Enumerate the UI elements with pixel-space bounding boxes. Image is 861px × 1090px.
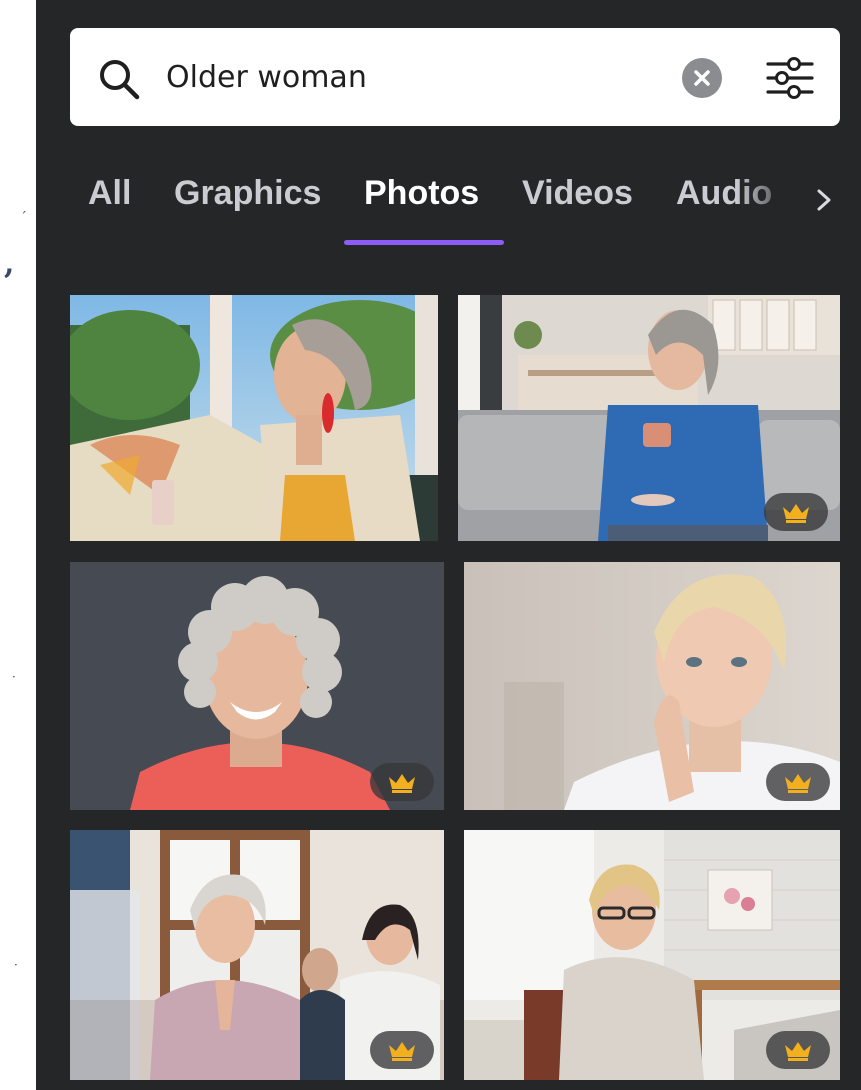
premium-badge	[766, 1031, 830, 1069]
canvas-artifact: ,	[4, 246, 15, 281]
crown-icon	[389, 1042, 415, 1061]
photo-result-5[interactable]	[70, 830, 444, 1080]
canvas-artifact: ·	[14, 958, 18, 972]
canvas-artifact: ·	[12, 670, 16, 684]
tab-all[interactable]: All	[88, 174, 131, 213]
photo-image	[70, 295, 438, 541]
premium-badge	[764, 493, 828, 531]
tabs-scroll-right-button[interactable]	[810, 182, 838, 218]
clear-icon	[694, 70, 710, 86]
tab-graphics[interactable]: Graphics	[174, 174, 321, 213]
tab-photos[interactable]: Photos	[364, 174, 479, 213]
category-tabs: All Graphics Photos Videos Audio	[36, 160, 861, 250]
photo-result-1[interactable]	[70, 295, 438, 541]
premium-badge	[370, 1031, 434, 1069]
photo-result-3[interactable]	[70, 562, 444, 810]
tabs-fade-overlay	[736, 160, 861, 240]
filter-button[interactable]	[764, 52, 816, 104]
search-bar	[70, 28, 840, 126]
crown-icon	[785, 1042, 811, 1061]
premium-badge	[766, 763, 830, 801]
premium-badge	[370, 763, 434, 801]
search-icon	[100, 60, 140, 100]
crown-icon	[389, 774, 415, 793]
search-panel: All Graphics Photos Videos Audio	[36, 0, 861, 1090]
tab-videos[interactable]: Videos	[522, 174, 633, 213]
crown-icon	[785, 774, 811, 793]
background-canvas-edge: ´ , · ·	[0, 0, 36, 1090]
canvas-artifact: ´	[20, 210, 27, 226]
crown-icon	[783, 504, 809, 523]
chevron-right-icon	[817, 189, 831, 211]
photo-result-6[interactable]	[464, 830, 840, 1080]
clear-search-button[interactable]	[682, 58, 722, 98]
sliders-icon	[766, 57, 814, 99]
active-tab-indicator	[344, 240, 504, 245]
photo-result-2[interactable]	[458, 295, 840, 541]
search-input[interactable]	[166, 54, 646, 100]
photo-result-4[interactable]	[464, 562, 840, 810]
